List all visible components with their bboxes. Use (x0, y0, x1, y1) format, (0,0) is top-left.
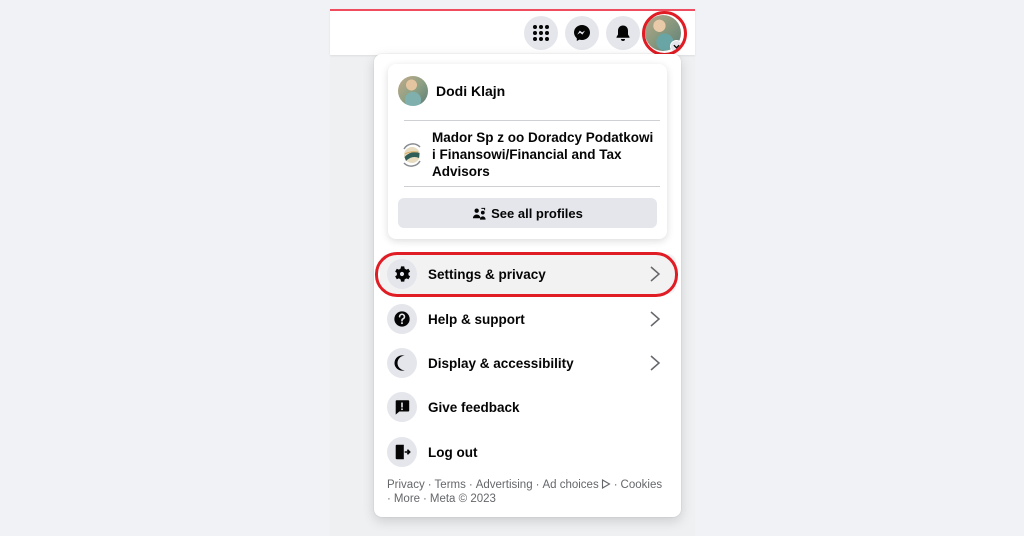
divider (404, 120, 660, 121)
menu-item-label: Give feedback (428, 399, 520, 415)
profile-item-user[interactable]: Dodi Klajn (398, 76, 505, 106)
see-all-profiles-label: See all profiles (491, 205, 583, 221)
page-name: Mador Sp z oo Doradcy Podatkowi i Finans… (432, 130, 654, 179)
chevron-right-icon (650, 355, 661, 371)
top-navigation-bar (330, 9, 695, 56)
page-avatar (398, 141, 426, 169)
gear-icon (395, 266, 411, 282)
profiles-icon (473, 207, 486, 220)
menu-item-label: Display & accessibility (428, 355, 574, 371)
menu-item-label: Log out (428, 444, 478, 460)
logout-icon (395, 444, 411, 460)
user-name: Dodi Klajn (436, 83, 506, 99)
menu-item-help-support[interactable]: Help & support (380, 299, 676, 339)
menu-item-log-out[interactable]: Log out (380, 432, 676, 472)
menu-item-display-accessibility[interactable]: Display & accessibility (380, 343, 676, 383)
divider (404, 186, 660, 187)
chevron-down-icon (670, 40, 683, 53)
account-button[interactable] (645, 15, 683, 53)
footer-link-advertising[interactable]: Advertising (476, 479, 533, 491)
menu-item-label: Help & support (428, 311, 525, 327)
chevron-right-icon (650, 266, 661, 282)
messenger-icon (574, 25, 590, 41)
switch-profile-icon (403, 142, 421, 167)
notifications-button[interactable] (606, 16, 640, 50)
footer-link-terms[interactable]: Terms (435, 479, 466, 491)
ad-choices-icon (601, 479, 611, 489)
question-icon (394, 311, 410, 327)
menu-item-give-feedback[interactable]: Give feedback (380, 387, 676, 427)
feedback-icon (395, 400, 410, 415)
footer-link-cookies[interactable]: Cookies (621, 479, 663, 491)
copyright: Meta © 2023 (429, 493, 496, 505)
footer-link-more[interactable]: More (394, 493, 420, 505)
see-all-profiles-button[interactable]: See all profiles (398, 198, 657, 228)
footer-link-privacy[interactable]: Privacy (387, 479, 425, 491)
menu-button[interactable] (524, 16, 558, 50)
user-avatar (398, 76, 428, 106)
messenger-button[interactable] (565, 16, 599, 50)
footer-link-ad-choices[interactable]: Ad choices (542, 479, 611, 491)
profile-item-page[interactable]: Mador Sp z oo Doradcy Podatkowi i Finans… (398, 129, 660, 180)
grid-icon (533, 25, 549, 41)
menu-item-settings-privacy[interactable]: Settings & privacy (380, 254, 676, 294)
chevron-right-icon (650, 311, 661, 327)
profile-switcher-card: Dodi Klajn Mador Sp z oo Doradcy Podatko… (388, 64, 667, 239)
bell-icon (616, 25, 630, 41)
footer-links: Privacy · Terms · Advertising · Ad choices · Coo… (387, 479, 663, 505)
menu-item-label: Settings & privacy (428, 266, 546, 282)
moon-icon (394, 355, 405, 371)
account-menu-dropdown: Dodi Klajn Mador Sp z oo Doradcy Podatko… (374, 54, 681, 517)
